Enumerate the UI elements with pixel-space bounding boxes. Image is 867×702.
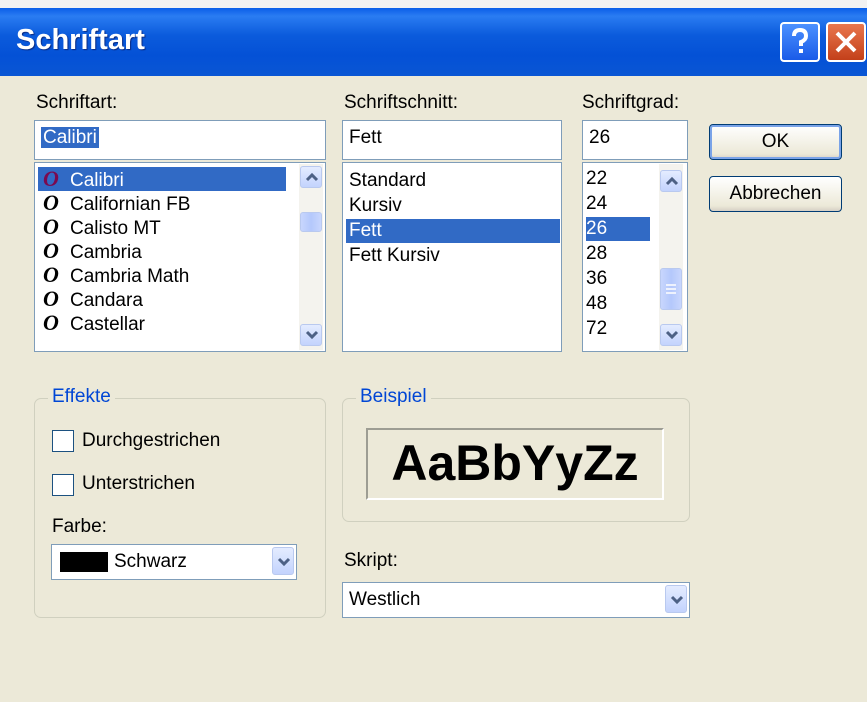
title-bar-top-strip (0, 0, 867, 8)
color-label: Farbe: (52, 516, 107, 537)
font-list-item[interactable]: O Calisto MT (38, 214, 161, 240)
font-list-item[interactable]: O Californian FB (38, 190, 190, 216)
font-list-scrollbar[interactable] (299, 164, 323, 350)
script-select[interactable]: Westlich (342, 582, 690, 618)
scroll-down-button[interactable] (300, 324, 322, 346)
opentype-font-icon: O (43, 310, 59, 335)
color-dropdown-button[interactable] (272, 547, 294, 575)
sample-legend: Beispiel (356, 386, 431, 408)
font-dialog: Schriftart Schriftart: Calibri O Calibri … (0, 0, 867, 702)
color-swatch (60, 552, 108, 572)
scroll-thumb[interactable] (660, 268, 682, 310)
font-list-item[interactable]: O Castellar (38, 310, 145, 336)
style-list-item[interactable]: Fett (346, 219, 560, 243)
underline-checkbox[interactable] (52, 474, 74, 496)
size-list-item[interactable]: 24 (586, 192, 607, 216)
scroll-up-button[interactable] (300, 166, 322, 188)
sample-preview: AaBbYyZz (366, 428, 664, 500)
opentype-font-icon: O (43, 238, 59, 263)
style-list-item[interactable]: Fett Kursiv (349, 244, 440, 268)
scroll-up-button[interactable] (660, 170, 682, 192)
size-list-item[interactable]: 72 (586, 317, 607, 341)
font-list[interactable]: O Calibri O Californian FB O Calisto MT O Ca… (34, 162, 326, 352)
ok-button[interactable]: OK (709, 124, 842, 160)
size-list-item[interactable]: 22 (586, 167, 607, 191)
chevron-up-icon (305, 172, 319, 182)
script-label: Skript: (344, 550, 398, 571)
title-bar[interactable]: Schriftart (0, 0, 867, 82)
size-list-item[interactable]: 36 (586, 267, 607, 291)
style-list-item[interactable]: Standard (349, 169, 426, 193)
chevron-down-icon (305, 330, 319, 340)
color-value: Schwarz (114, 551, 187, 572)
font-list-item[interactable]: O Cambria (38, 238, 142, 264)
size-list[interactable]: 22 24 26 28 36 48 72 (582, 162, 688, 352)
chevron-down-icon (670, 595, 684, 605)
close-button[interactable] (826, 22, 866, 62)
chevron-up-icon (665, 176, 679, 186)
size-input[interactable]: 26 (582, 120, 688, 160)
size-list-item[interactable]: 48 (586, 292, 607, 316)
style-input[interactable]: Fett (342, 120, 562, 160)
opentype-font-icon: O (43, 262, 59, 287)
scroll-down-button[interactable] (660, 324, 682, 346)
opentype-font-icon: O (43, 214, 59, 239)
size-list-item[interactable]: 28 (586, 242, 607, 266)
size-label: Schriftgrad: (582, 92, 680, 113)
effects-legend: Effekte (48, 386, 115, 408)
style-list-item[interactable]: Kursiv (349, 194, 402, 218)
underline-label[interactable]: Unterstrichen (82, 473, 195, 495)
strikeout-checkbox[interactable] (52, 430, 74, 452)
font-name-input[interactable]: Calibri (34, 120, 326, 160)
opentype-font-icon: O (43, 190, 59, 215)
opentype-font-icon: O (43, 286, 59, 311)
font-list-item[interactable]: O Cambria Math (38, 262, 189, 288)
close-icon (835, 31, 857, 53)
strikeout-label[interactable]: Durchgestrichen (82, 430, 220, 452)
style-list[interactable]: Standard Kursiv Fett Fett Kursiv (342, 162, 562, 352)
script-dropdown-button[interactable] (665, 585, 687, 613)
chevron-down-icon (665, 330, 679, 340)
font-list-item[interactable]: O Candara (38, 286, 143, 312)
scroll-thumb[interactable] (300, 212, 322, 232)
font-name-value: Calibri (41, 127, 99, 148)
size-list-item[interactable]: 26 (586, 217, 650, 241)
help-button[interactable] (780, 22, 820, 62)
cancel-button[interactable]: Abbrechen (709, 176, 842, 212)
font-list-item[interactable]: O Calibri (38, 167, 286, 191)
style-label: Schriftschnitt: (344, 92, 459, 113)
color-select[interactable]: Schwarz (51, 544, 297, 580)
window-title: Schriftart (16, 24, 145, 56)
chevron-down-icon (277, 557, 291, 567)
size-list-scrollbar[interactable] (659, 164, 683, 350)
script-value: Westlich (349, 589, 421, 610)
font-label: Schriftart: (36, 92, 118, 113)
help-icon (792, 27, 809, 53)
opentype-font-icon: O (43, 166, 59, 191)
